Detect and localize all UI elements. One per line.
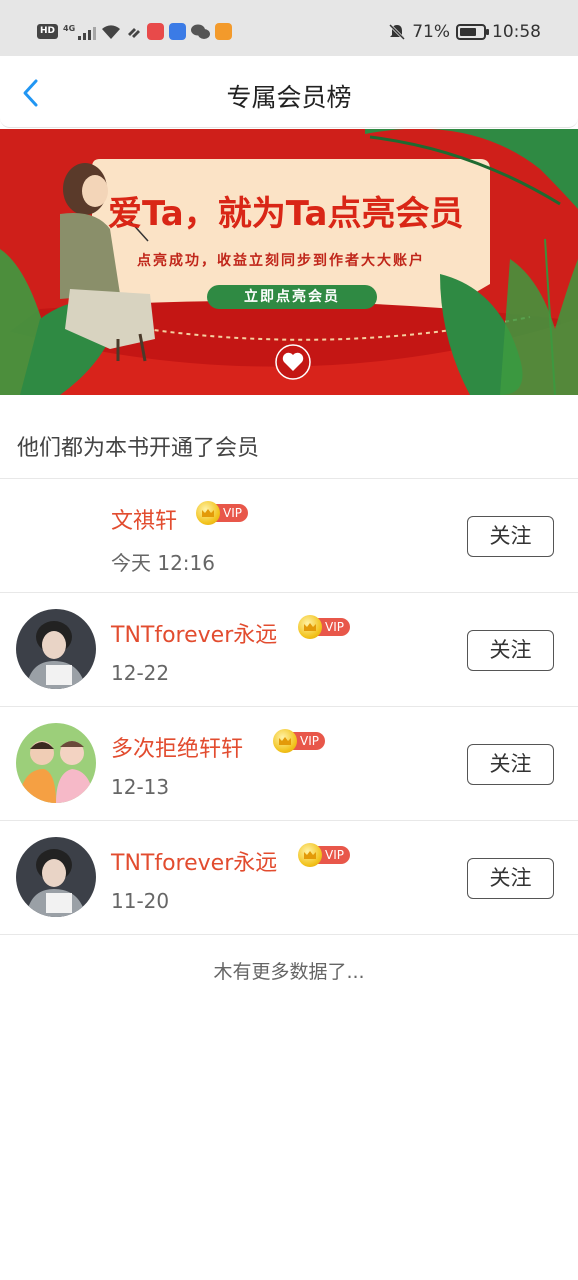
follow-button[interactable]: 关注: [467, 858, 554, 899]
crown-icon: [273, 729, 297, 753]
follow-button[interactable]: 关注: [467, 744, 554, 785]
status-icons-right: 71% 10:58: [388, 22, 541, 42]
page-title: 专属会员榜: [226, 83, 352, 112]
book-app-icon: [147, 23, 165, 40]
member-row: 多次拒绝轩轩 VIP 12-13 关注: [0, 707, 578, 821]
banner-subtitle: 点亮成功，收益立刻同步到作者大大账户: [137, 253, 425, 269]
member-name[interactable]: 多次拒绝轩轩: [111, 731, 243, 763]
member-row: 文祺轩 VIP 今天 12:16 关注: [0, 479, 578, 593]
member-row: TNTforever永远 VIP 12-22 关注: [0, 593, 578, 707]
hd-badge: HD: [37, 24, 59, 39]
vip-badge: VIP: [298, 615, 350, 639]
link-icon: [128, 27, 141, 38]
banner-title: 爱Ta，就为Ta点亮会员: [108, 194, 464, 234]
member-date: 12-22: [111, 661, 170, 685]
browser-app-icon: [169, 23, 187, 40]
no-more-data-text: 木有更多数据了...: [213, 961, 365, 983]
avatar[interactable]: [16, 723, 96, 803]
status-bar: HD 4G 71% 10:58: [0, 0, 578, 56]
member-name[interactable]: 文祺轩: [111, 503, 177, 535]
battery-icon: [456, 24, 489, 40]
avatar[interactable]: [16, 609, 96, 689]
section-title: 他们都为本书开通了会员: [17, 436, 260, 461]
member-name[interactable]: TNTforever永远: [111, 845, 277, 877]
member-name[interactable]: TNTforever永远: [111, 617, 277, 649]
cellular-signal-icon: 4G: [63, 23, 97, 40]
wechat-icon: [191, 24, 211, 39]
crown-icon: [298, 615, 322, 639]
vip-badge: VIP: [298, 843, 350, 867]
member-date: 12-13: [111, 775, 170, 799]
vip-badge: VIP: [196, 501, 248, 525]
follow-button[interactable]: 关注: [467, 516, 554, 557]
member-row: TNTforever永远 VIP 11-20 关注: [0, 821, 578, 935]
vip-badge: VIP: [273, 729, 325, 753]
member-date: 11-20: [111, 889, 170, 913]
light-up-vip-button[interactable]: 立即点亮会员: [207, 285, 377, 309]
clock: 10:58: [492, 22, 541, 42]
avatar[interactable]: [16, 837, 96, 917]
status-icons-left: HD 4G: [37, 23, 233, 40]
wifi-icon: [102, 24, 121, 39]
network-type: 4G: [63, 23, 76, 33]
crown-icon: [196, 501, 220, 525]
member-date: 今天 12:16: [111, 551, 215, 575]
follow-button[interactable]: 关注: [467, 630, 554, 671]
mute-bell-icon: [389, 23, 406, 41]
battery-percent: 71%: [412, 22, 450, 42]
crown-icon: [298, 843, 322, 867]
reader-app-icon: [215, 23, 233, 40]
nav-bar: 专属会员榜: [0, 56, 578, 128]
promo-banner[interactable]: 爱Ta，就为Ta点亮会员 点亮成功，收益立刻同步到作者大大账户 立即点亮会员: [0, 129, 578, 395]
